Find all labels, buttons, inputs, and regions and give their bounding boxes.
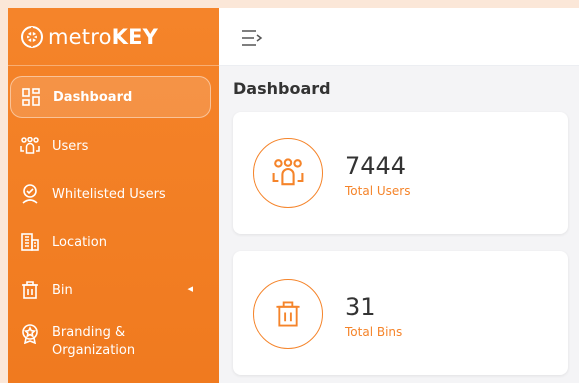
sidebar-item-label: Location	[52, 234, 107, 250]
sidebar-item-label: Users	[52, 138, 89, 154]
users-icon	[272, 158, 304, 186]
sidebar-item-label: Branding & Organization	[52, 324, 135, 360]
trash-icon	[276, 301, 300, 327]
sidebar-item-users[interactable]: Users	[8, 126, 219, 166]
sidebar-item-dashboard[interactable]: Dashboard	[10, 76, 211, 118]
users-icon	[20, 136, 40, 156]
sidebar-item-label: Dashboard	[53, 89, 133, 105]
sidebar-item-branding-organization[interactable]: Branding & Organization	[8, 318, 219, 372]
brand-name-light: metro	[48, 24, 112, 49]
sidebar-item-bin[interactable]: Bin ◂	[8, 270, 219, 310]
globe-key-icon	[21, 25, 43, 48]
brand-logo[interactable]: metroKEY	[8, 8, 219, 66]
top-bar	[219, 8, 579, 66]
sidebar-nav: Dashboard Users Whitelisted Users Locati…	[8, 66, 219, 372]
stat-value: 31	[345, 293, 376, 321]
stat-icon-circle	[253, 279, 323, 349]
building-icon	[20, 232, 40, 252]
stat-label: Total Users	[345, 184, 411, 198]
stat-value: 7444	[345, 152, 407, 180]
menu-toggle-icon[interactable]	[241, 29, 263, 47]
chevron-left-icon[interactable]: ◂	[187, 282, 193, 295]
sidebar-item-whitelisted-users[interactable]: Whitelisted Users	[8, 174, 219, 214]
trash-icon	[20, 280, 40, 300]
sidebar-item-label: Bin	[52, 282, 73, 298]
brand-name: metroKEY	[48, 25, 158, 49]
sidebar-item-label-line1: Branding &	[52, 325, 126, 340]
brand-name-bold: KEY	[111, 24, 159, 49]
stat-label: Total Bins	[345, 325, 403, 339]
page-title: Dashboard	[233, 79, 331, 98]
badge-icon	[20, 324, 40, 344]
stat-card-total-bins[interactable]: 31 Total Bins	[233, 251, 568, 375]
sidebar: metroKEY Dashboard Users Whitelisted Use…	[8, 8, 219, 383]
sidebar-item-location[interactable]: Location	[8, 222, 219, 262]
sidebar-item-label-line2: Organization	[52, 343, 136, 358]
dashboard-grid-icon	[21, 87, 41, 107]
stat-icon-circle	[253, 138, 323, 208]
stat-card-total-users[interactable]: 7444 Total Users	[233, 112, 568, 234]
user-check-icon	[20, 184, 40, 204]
sidebar-item-label: Whitelisted Users	[52, 186, 166, 202]
